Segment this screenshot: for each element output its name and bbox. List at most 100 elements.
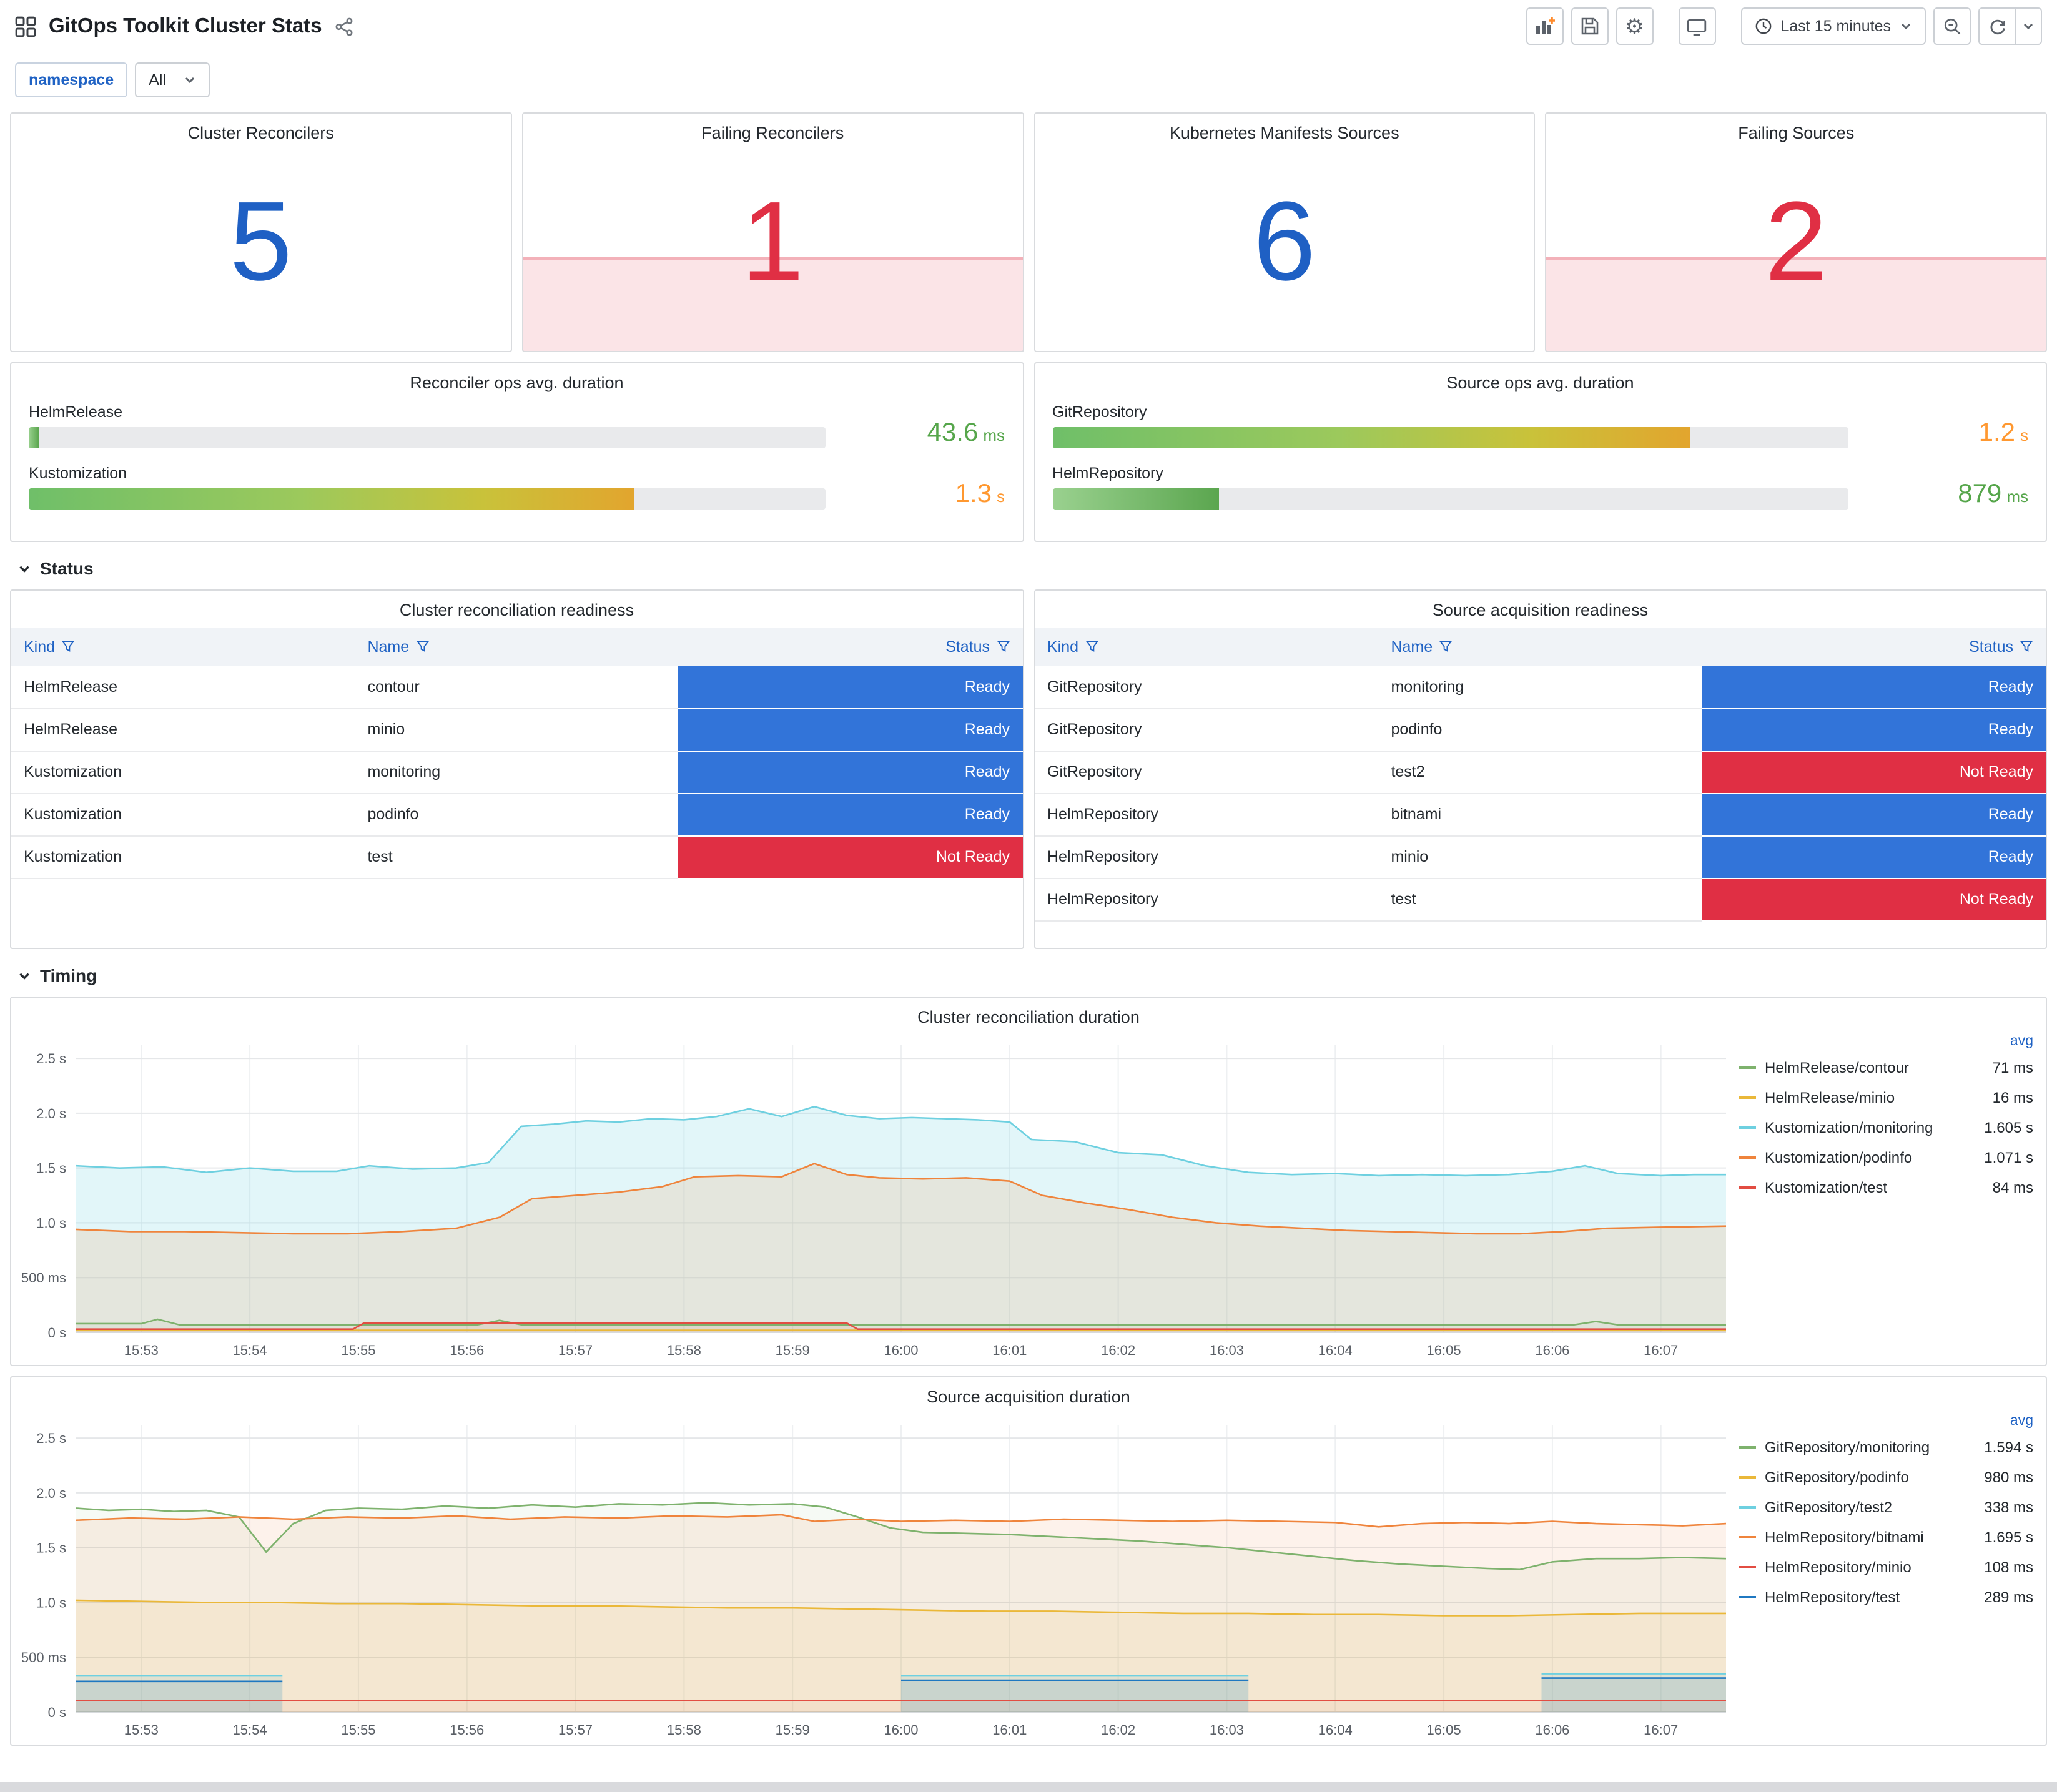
legend-series-avg: 84 ms xyxy=(1992,1179,2033,1196)
table-cell: contour xyxy=(355,666,679,709)
chart-panel-source-acquisition: Source acquisition duration 15:53 15:54 15… xyxy=(10,1376,2047,1746)
svg-text:15:57: 15:57 xyxy=(558,1342,593,1358)
namespace-variable-select[interactable]: All xyxy=(135,62,210,97)
bottom-scrollbar[interactable] xyxy=(0,1782,2057,1792)
stat-panel-failing-sources: Failing Sources 2 xyxy=(1545,112,2047,352)
table-cell: HelmRelease xyxy=(11,708,355,751)
legend-avg-header[interactable]: avg xyxy=(1739,1030,2033,1053)
svg-text:2.5 s: 2.5 s xyxy=(36,1430,66,1446)
chevron-down-icon xyxy=(185,77,195,84)
time-series-plot[interactable]: 15:53 15:54 15:55 15:56 15:57 15:58 15:59 16:00… xyxy=(11,1410,1734,1745)
cycle-view-button[interactable] xyxy=(1678,7,1716,45)
refresh-button[interactable] xyxy=(1978,7,2016,45)
table-cell: test xyxy=(355,835,679,879)
legend-item[interactable]: Kustomization/podinfo 1.071 s xyxy=(1739,1143,2033,1173)
svg-text:16:07: 16:07 xyxy=(1644,1342,1678,1358)
table-cell: minio xyxy=(355,708,679,751)
table-row: HelmRelease minio Ready xyxy=(11,708,1022,751)
section-row-timing[interactable]: Timing xyxy=(10,959,2047,997)
share-icon[interactable] xyxy=(335,17,353,36)
legend-item[interactable]: HelmRelease/contour 71 ms xyxy=(1739,1053,2033,1083)
table-cell: test xyxy=(1378,878,1702,921)
status-badge: Ready xyxy=(678,793,1022,836)
legend-item[interactable]: GitRepository/podinfo 980 ms xyxy=(1739,1462,2033,1492)
status-badge: Not Ready xyxy=(678,835,1022,879)
zoom-out-button[interactable] xyxy=(1933,7,1971,45)
svg-text:500 ms: 500 ms xyxy=(21,1270,66,1286)
funnel-icon xyxy=(2020,641,2033,652)
svg-text:0 s: 0 s xyxy=(48,1705,66,1720)
add-panel-button[interactable] xyxy=(1526,7,1564,45)
panel-title[interactable]: Cluster reconciliation readiness xyxy=(11,591,1022,623)
panel-title[interactable]: Failing Reconcilers xyxy=(523,114,1023,146)
chart-plot[interactable]: 15:53 15:54 15:55 15:56 15:57 15:58 15:59 16:00… xyxy=(11,1030,1734,1365)
chart-plot[interactable]: 15:53 15:54 15:55 15:56 15:57 15:58 15:59 16:00… xyxy=(11,1410,1734,1745)
gauge-value: 879 ms xyxy=(1958,480,2028,508)
column-header-name[interactable]: Name xyxy=(1378,628,1702,666)
section-row-status[interactable]: Status xyxy=(10,552,2047,589)
svg-text:16:03: 16:03 xyxy=(1210,1722,1244,1738)
table-cell: GitRepository xyxy=(1035,708,1379,751)
gauge-label: HelmRepository xyxy=(1052,465,1163,482)
column-header-status[interactable]: Status xyxy=(1702,628,2046,666)
svg-text:2.5 s: 2.5 s xyxy=(36,1051,66,1066)
column-header-status[interactable]: Status xyxy=(678,628,1022,666)
status-badge: Ready xyxy=(1702,666,2046,709)
panel-title[interactable]: Cluster reconciliation duration xyxy=(11,998,2046,1030)
table-row: GitRepository test2 Not Ready xyxy=(1035,751,2046,794)
gauge-track xyxy=(29,427,825,448)
legend-item[interactable]: HelmRepository/bitnami 1.695 s xyxy=(1739,1522,2033,1552)
panel-title[interactable]: Source acquisition duration xyxy=(11,1377,2046,1410)
panel-title[interactable]: Failing Sources xyxy=(1547,114,2046,146)
legend-item[interactable]: HelmRepository/test 289 ms xyxy=(1739,1582,2033,1612)
stat-panel-manifests-sources: Kubernetes Manifests Sources 6 xyxy=(1033,112,1536,352)
svg-text:1.5 s: 1.5 s xyxy=(36,1540,66,1556)
panel-title[interactable]: Cluster Reconcilers xyxy=(11,114,511,146)
chart-legend: avg HelmRelease/contour 71 ms HelmRelease/m… xyxy=(1734,1030,2046,1365)
legend-series-avg: 1.695 s xyxy=(1984,1529,2033,1546)
svg-text:15:56: 15:56 xyxy=(450,1342,484,1358)
svg-text:16:04: 16:04 xyxy=(1318,1722,1353,1738)
column-header-name[interactable]: Name xyxy=(355,628,679,666)
table-cell: Kustomization xyxy=(11,793,355,836)
legend-series-name: HelmRelease/contour xyxy=(1765,1059,1909,1076)
namespace-variable-label[interactable]: namespace xyxy=(15,62,128,97)
legend-series-color xyxy=(1739,1126,1756,1129)
legend-avg-header[interactable]: avg xyxy=(1739,1410,2033,1432)
legend-item[interactable]: GitRepository/monitoring 1.594 s xyxy=(1739,1432,2033,1462)
panel-title[interactable]: Source acquisition readiness xyxy=(1035,591,2046,623)
time-series-plot[interactable]: 15:53 15:54 15:55 15:56 15:57 15:58 15:59 16:00… xyxy=(11,1030,1734,1365)
panel-title[interactable]: Reconciler ops avg. duration xyxy=(11,363,1022,396)
svg-text:15:56: 15:56 xyxy=(450,1722,484,1738)
column-header-kind[interactable]: Kind xyxy=(1035,628,1379,666)
svg-text:15:54: 15:54 xyxy=(233,1342,267,1358)
panel-title[interactable]: Source ops avg. duration xyxy=(1035,363,2046,396)
save-button[interactable] xyxy=(1571,7,1609,45)
column-header-kind[interactable]: Kind xyxy=(11,628,355,666)
legend-item[interactable]: Kustomization/monitoring 1.605 s xyxy=(1739,1113,2033,1143)
status-badge: Ready xyxy=(1702,708,2046,751)
table-cell: podinfo xyxy=(355,793,679,836)
svg-text:15:53: 15:53 xyxy=(124,1722,159,1738)
gear-icon: ⚙ xyxy=(1625,14,1644,38)
svg-text:16:05: 16:05 xyxy=(1427,1342,1461,1358)
refresh-interval-dropdown[interactable] xyxy=(2015,7,2042,45)
status-badge: Not Ready xyxy=(1702,751,2046,794)
panel-title[interactable]: Kubernetes Manifests Sources xyxy=(1035,114,1534,146)
stat-panel-failing-reconcilers: Failing Reconcilers 1 xyxy=(521,112,1024,352)
legend-item[interactable]: HelmRepository/minio 108 ms xyxy=(1739,1552,2033,1582)
settings-button[interactable]: ⚙ xyxy=(1616,7,1654,45)
time-picker-button[interactable]: Last 15 minutes xyxy=(1740,7,1926,45)
chevron-down-icon xyxy=(1901,23,1911,30)
legend-item[interactable]: Kustomization/test 84 ms xyxy=(1739,1173,2033,1203)
tv-icon xyxy=(1687,18,1707,36)
legend-series-color xyxy=(1739,1156,1756,1159)
svg-text:16:02: 16:02 xyxy=(1101,1722,1135,1738)
readiness-table: Kind Name Status HelmRelease contour Ready Hel… xyxy=(11,628,1022,879)
chevron-down-icon xyxy=(19,565,29,572)
variables-row: namespace All xyxy=(15,62,2047,97)
legend-item[interactable]: HelmRelease/minio 16 ms xyxy=(1739,1083,2033,1113)
apps-icon[interactable] xyxy=(15,16,36,37)
time-range-label: Last 15 minutes xyxy=(1780,17,1892,35)
legend-item[interactable]: GitRepository/test2 338 ms xyxy=(1739,1492,2033,1522)
